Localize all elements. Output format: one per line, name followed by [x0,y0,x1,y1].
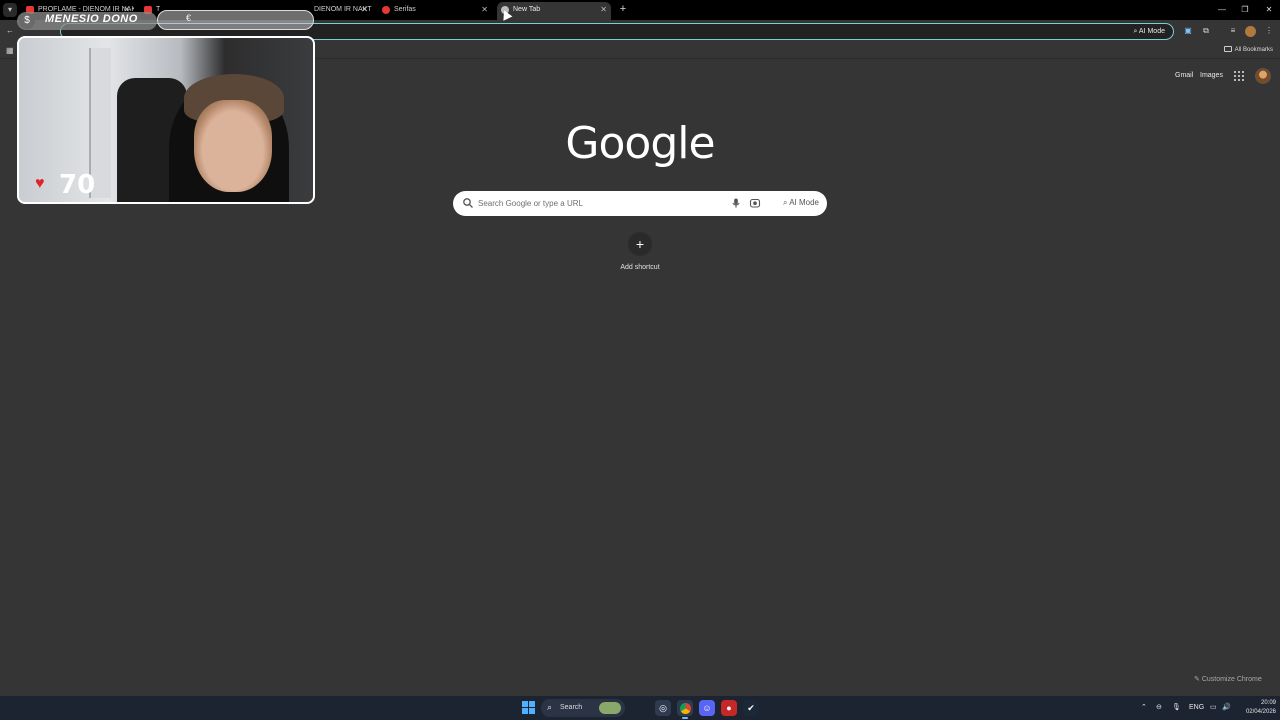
clock-date: 02/04/2026 [1245,709,1276,715]
lens-search-icon[interactable] [749,197,761,209]
google-apps-icon[interactable] [1233,70,1245,82]
search-highlight-icon [599,702,621,714]
tab-serifas[interactable]: Serifas ✕ [378,2,492,20]
extension-icon[interactable]: ▣ [1182,25,1194,37]
chrome-app-icon[interactable] [677,700,693,719]
omnibox-ai-mode-button[interactable]: ⌕ AI Mode [1129,25,1169,38]
ai-mode-button[interactable]: ⌕ AI Mode [783,196,819,210]
media-controls-icon[interactable]: ≡ [1227,25,1239,37]
donation-label: MENESIO DONO [45,13,138,25]
tray-overflow-icon[interactable]: ⌃ [1141,702,1147,714]
chrome-menu-icon[interactable]: ⋮ [1263,25,1275,37]
gmail-link[interactable]: Gmail [1175,72,1193,79]
all-bookmarks-button[interactable]: All Bookmarks [1223,46,1273,53]
account-avatar[interactable] [1255,68,1271,84]
coin-icon: $ [19,13,35,29]
images-link[interactable]: Images [1200,72,1223,79]
search-icon [463,198,473,208]
close-tab-icon[interactable]: ✕ [361,2,368,18]
customize-chrome-label: Customize Chrome [1201,676,1262,683]
add-shortcut-tile[interactable]: + Add shortcut [610,232,670,274]
restore-icon[interactable]: ❐ [1238,3,1252,17]
obs-app-icon[interactable]: ◎ [655,700,671,716]
red-app-icon[interactable]: ● [721,700,737,716]
microphone-icon[interactable]: 🎙 [1172,702,1181,714]
windows-start-icon[interactable] [522,701,536,715]
profile-avatar[interactable] [1245,26,1256,37]
all-bookmarks-label: All Bookmarks [1234,47,1273,53]
close-tab-icon[interactable]: ✕ [600,2,607,18]
apps-grid-icon[interactable]: ▦ [6,46,15,55]
tab-search-button[interactable]: ▾ [3,3,17,17]
folder-icon [1223,46,1232,52]
taskbar-search[interactable]: ⌕ Search [541,699,625,717]
search-icon: ⌕ [547,702,553,712]
like-count: 70 [59,170,96,200]
ai-mode-label: AI Mode [789,198,819,207]
steam-app-icon[interactable]: ✔ [743,700,759,716]
euro-icon: € [186,13,192,23]
add-shortcut-label: Add shortcut [620,264,660,271]
extensions-puzzle-icon[interactable]: ⧉ [1200,25,1212,37]
pencil-icon: ✎ [1194,676,1202,683]
serifas-favicon-icon [382,6,390,14]
back-icon[interactable]: ← [4,25,16,37]
tab-new-tab[interactable]: New Tab ✕ [497,2,611,20]
tray-status-icon[interactable]: ⊖ [1156,702,1162,714]
search-input[interactable]: Search Google or type a URL [478,191,583,216]
webcam-overlay: ♥ 70 [17,36,315,204]
volume-icon[interactable]: 🔊 [1222,702,1231,714]
plus-icon: + [628,232,652,256]
google-logo: Google [565,118,715,169]
tab-label: Serifas [394,6,416,13]
new-tab-button[interactable]: + [616,2,630,16]
webcam-face [194,100,272,192]
minimize-icon[interactable]: — [1215,3,1229,17]
system-clock[interactable]: 20:09 02/04/2026 [1236,699,1276,717]
screen: ▾ PROFLAME - DIENOM IR NAKT ✕ T DIENOM I… [0,0,1280,720]
search-box[interactable]: Search Google or type a URL ⌕ AI Mode [453,191,827,216]
clock-time: 20:09 [1260,700,1276,706]
ai-mode-label: AI Mode [1138,28,1165,35]
voice-search-icon[interactable] [730,197,742,209]
network-icon[interactable]: ▭ [1210,702,1217,714]
chrome-logo-icon [679,703,691,715]
donation-progress-bar: € [157,10,314,30]
tab-label: New Tab [513,6,541,13]
taskbar: ⌕ Search ◎ ☺ ● ✔ ⌃ ⊖ 🎙 ENG ▭ 🔊 20:09 02/… [0,696,1280,720]
taskbar-search-label: Search [560,704,583,711]
donation-banner: $ MENESIO DONO [17,12,157,30]
discord-app-icon[interactable]: ☺ [699,700,715,716]
language-indicator[interactable]: ENG [1189,702,1204,714]
close-tab-icon[interactable]: ✕ [481,2,488,18]
customize-chrome-button[interactable]: ✎ Customize Chrome [1194,673,1272,687]
heart-icon: ♥ [35,175,45,192]
close-window-icon[interactable]: ✕ [1262,3,1276,17]
